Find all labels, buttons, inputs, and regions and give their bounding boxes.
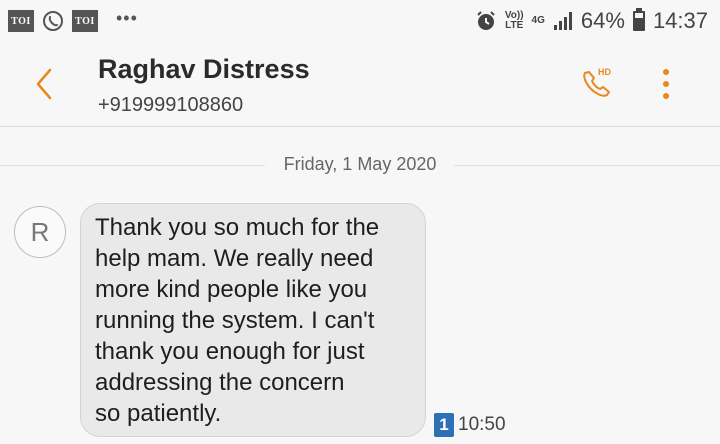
toi-notification-icon-2: TOI bbox=[72, 10, 98, 32]
hd-badge: HD bbox=[598, 67, 611, 77]
battery-icon bbox=[632, 8, 645, 31]
message-timestamp: 10:50 bbox=[458, 414, 506, 435]
clock: 14:37 bbox=[652, 8, 708, 33]
conversation-header: Raghav Distress +919999108860 HD bbox=[0, 44, 720, 127]
alarm-icon bbox=[477, 11, 495, 30]
signal-icon bbox=[553, 12, 572, 30]
more-options-icon[interactable] bbox=[656, 66, 676, 102]
more-notifications-icon: ••• bbox=[116, 7, 138, 28]
back-arrow-icon[interactable] bbox=[32, 66, 56, 102]
sender-avatar[interactable]: R bbox=[14, 206, 66, 258]
network-type-icon: 4G bbox=[531, 15, 545, 26]
message-line: more kind people like you bbox=[95, 276, 368, 303]
notification-icons: TOI TOI ••• bbox=[8, 7, 138, 32]
message-line: running the system. I can't bbox=[95, 307, 375, 334]
status-bar: TOI TOI ••• Vo)) LTE 4G 64% 14:37 bbox=[0, 0, 720, 44]
toi-notification-icon: TOI bbox=[8, 10, 34, 32]
message-line: so patiently. bbox=[95, 400, 222, 427]
contact-number: +919999108860 bbox=[98, 94, 244, 116]
contact-name[interactable]: Raghav Distress bbox=[98, 54, 310, 85]
message-line: addressing the concern bbox=[95, 369, 345, 396]
message-line: help mam. We really need bbox=[95, 245, 374, 272]
date-divider-right bbox=[454, 165, 720, 166]
volte-icon: Vo)) LTE bbox=[504, 10, 524, 31]
message-bubble[interactable]: Thank you so much for the help mam. We r… bbox=[80, 203, 426, 437]
whatsapp-icon bbox=[43, 11, 63, 31]
sim-badge: 1 bbox=[434, 413, 454, 437]
message-line: thank you enough for just bbox=[95, 338, 365, 365]
hd-call-icon[interactable]: HD bbox=[578, 64, 618, 104]
message-line: Thank you so much for the bbox=[95, 214, 380, 241]
battery-percent: 64% bbox=[580, 8, 625, 33]
system-status: Vo)) LTE 4G 64% 14:37 bbox=[475, 8, 708, 34]
